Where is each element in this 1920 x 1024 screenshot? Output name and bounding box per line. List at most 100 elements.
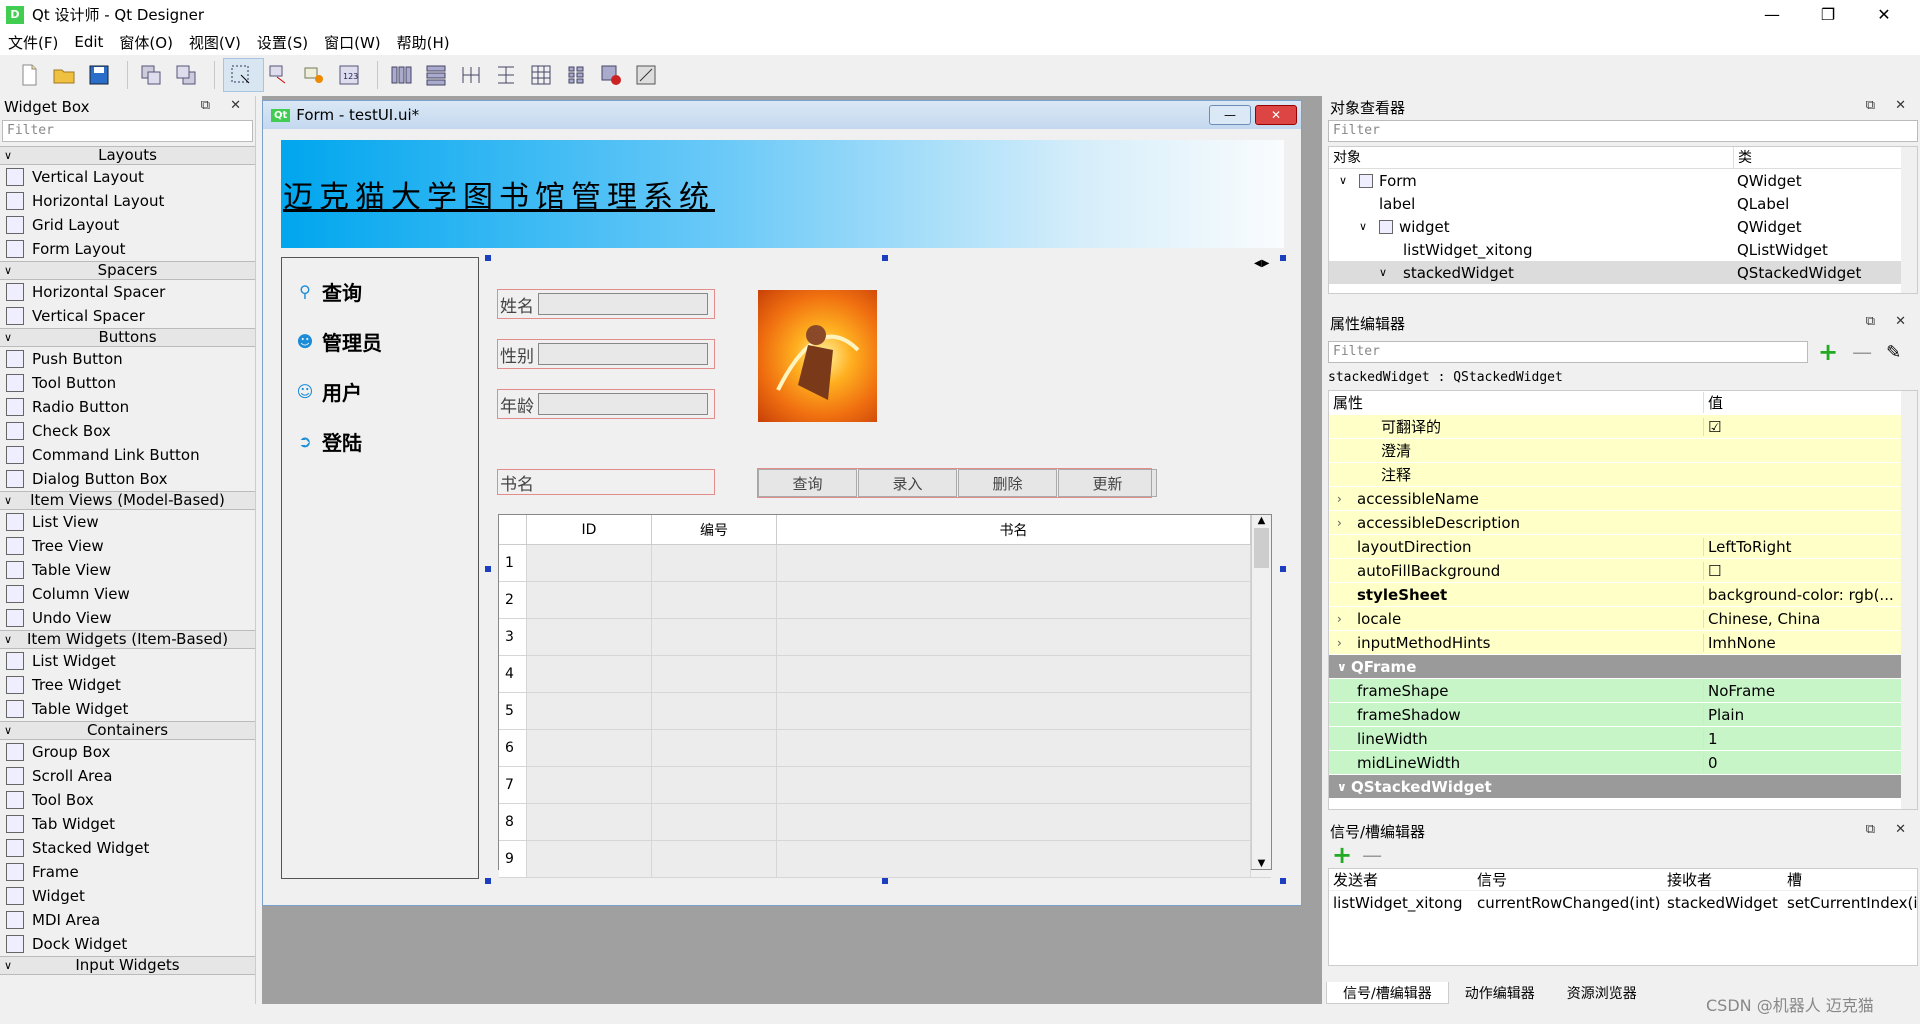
widget-item[interactable]: Column View: [0, 582, 255, 606]
table-cell[interactable]: [777, 619, 1251, 655]
col-header-no[interactable]: 编号: [652, 515, 777, 544]
tree-row[interactable]: ∨ Form QWidget: [1329, 169, 1917, 192]
gender-input[interactable]: [538, 343, 708, 365]
category-header[interactable]: ∨ Input Widgets: [0, 956, 255, 975]
col-sender[interactable]: 发送者: [1329, 869, 1473, 890]
widget-item[interactable]: Dialog Button Box: [0, 467, 255, 491]
property-row[interactable]: › inputMethodHints ImhNone: [1329, 631, 1917, 655]
category-header[interactable]: ∨ Layouts: [0, 146, 255, 165]
widget-item[interactable]: Tree View: [0, 534, 255, 558]
new-file-icon[interactable]: [14, 60, 44, 90]
widget-item[interactable]: MDI Area: [0, 908, 255, 932]
chevron-down-icon[interactable]: ∨: [1339, 174, 1359, 187]
col-class[interactable]: 类: [1733, 147, 1917, 168]
property-value[interactable]: ☐: [1703, 561, 1917, 580]
nav-item-admin[interactable]: ☻ 管理员: [282, 316, 478, 366]
menu-settings[interactable]: 设置(S): [249, 32, 316, 53]
adjust-size-icon[interactable]: [631, 60, 661, 90]
chevron-right-icon[interactable]: ›: [1337, 492, 1342, 506]
menu-form[interactable]: 窗体(O): [111, 32, 181, 53]
layout-splitter-h-icon[interactable]: [456, 60, 486, 90]
property-row[interactable]: › accessibleDescription: [1329, 511, 1917, 535]
property-row[interactable]: › locale Chinese, China: [1329, 607, 1917, 631]
widget-item[interactable]: Group Box: [0, 740, 255, 764]
property-row[interactable]: 可翻译的 ☑: [1329, 415, 1917, 439]
property-value[interactable]: 0: [1703, 753, 1917, 772]
widget-item[interactable]: List View: [0, 510, 255, 534]
row-number[interactable]: 2: [499, 582, 527, 618]
dock-float-close-icon[interactable]: ⧉ ✕: [201, 98, 249, 113]
chevron-right-icon[interactable]: ›: [1337, 516, 1342, 530]
property-row[interactable]: ∨ QStackedWidget: [1329, 775, 1917, 799]
close-button[interactable]: ✕: [1856, 0, 1912, 29]
widget-item[interactable]: Widget: [0, 884, 255, 908]
selection-handle[interactable]: [485, 566, 491, 572]
table-cell[interactable]: [527, 730, 652, 766]
configure-icon[interactable]: ✎: [1886, 342, 1901, 363]
col-property[interactable]: 属性: [1329, 392, 1703, 413]
add-property-icon[interactable]: +: [1818, 338, 1838, 366]
property-value[interactable]: ☑: [1703, 417, 1917, 436]
widget-item[interactable]: Dock Widget: [0, 932, 255, 956]
break-layout-icon[interactable]: [596, 60, 626, 90]
row-number[interactable]: 8: [499, 804, 527, 840]
selection-handle[interactable]: [882, 255, 888, 261]
property-value[interactable]: 1: [1703, 729, 1917, 748]
page-arrows-icon[interactable]: ◀▶: [1254, 258, 1269, 269]
scroll-thumb[interactable]: [1254, 528, 1269, 568]
add-connection-icon[interactable]: +: [1332, 841, 1352, 869]
remove-property-icon[interactable]: —: [1852, 340, 1872, 364]
menu-edit[interactable]: Edit: [66, 33, 111, 51]
widget-item[interactable]: Tab Widget: [0, 812, 255, 836]
category-header[interactable]: ∨ Spacers: [0, 261, 255, 280]
property-row[interactable]: › accessibleName: [1329, 487, 1917, 511]
chevron-down-icon[interactable]: ∨: [1379, 266, 1403, 279]
form-close-button[interactable]: ✕: [1255, 105, 1297, 125]
widget-item[interactable]: Vertical Layout: [0, 165, 255, 189]
form-minimize-button[interactable]: —: [1209, 105, 1251, 125]
property-row[interactable]: 澄清: [1329, 439, 1917, 463]
property-value[interactable]: Plain: [1703, 705, 1917, 724]
chevron-down-icon[interactable]: ∨: [1337, 660, 1347, 674]
table-cell[interactable]: [652, 804, 777, 840]
table-row[interactable]: 2: [499, 582, 1271, 619]
table-row[interactable]: 1: [499, 545, 1271, 582]
nav-item-login[interactable]: ➲ 登陆: [282, 416, 478, 466]
table-cell[interactable]: [777, 804, 1251, 840]
category-header[interactable]: ∨ Item Widgets (Item-Based): [0, 630, 255, 649]
row-number[interactable]: 9: [499, 841, 527, 877]
selection-handle[interactable]: [485, 878, 491, 884]
tab-action-editor[interactable]: 动作编辑器: [1449, 982, 1551, 1004]
chevron-down-icon[interactable]: ∨: [1337, 780, 1347, 794]
table-cell[interactable]: [527, 804, 652, 840]
send-to-back-icon[interactable]: [171, 60, 201, 90]
widget-item[interactable]: Tree Widget: [0, 673, 255, 697]
table-cell[interactable]: [527, 656, 652, 692]
property-row[interactable]: frameShape NoFrame: [1329, 679, 1917, 703]
table-cell[interactable]: [777, 693, 1251, 729]
widget-item[interactable]: Horizontal Layout: [0, 189, 255, 213]
table-row[interactable]: 8: [499, 804, 1271, 841]
dock-float-close-icon[interactable]: ⧉ ✕: [1866, 822, 1914, 837]
property-row[interactable]: styleSheet background-color: rgb(...: [1329, 583, 1917, 607]
widget-item[interactable]: Stacked Widget: [0, 836, 255, 860]
table-row[interactable]: 5: [499, 693, 1271, 730]
widget-item[interactable]: Command Link Button: [0, 443, 255, 467]
layout-form-icon[interactable]: [561, 60, 591, 90]
table-cell[interactable]: [527, 545, 652, 581]
menu-help[interactable]: 帮助(H): [389, 32, 458, 53]
row-number[interactable]: 7: [499, 767, 527, 803]
widget-item[interactable]: List Widget: [0, 649, 255, 673]
widget-item[interactable]: Radio Button: [0, 395, 255, 419]
row-number[interactable]: 3: [499, 619, 527, 655]
layout-horizontal-icon[interactable]: [386, 60, 416, 90]
name-input[interactable]: [538, 293, 708, 315]
dock-float-close-icon[interactable]: ⧉ ✕: [1866, 98, 1914, 113]
row-number[interactable]: 1: [499, 545, 527, 581]
edit-tab-order-icon[interactable]: 123: [334, 60, 364, 90]
save-icon[interactable]: [84, 60, 114, 90]
tree-row-selected[interactable]: ∨ stackedWidget QStackedWidget: [1329, 261, 1917, 284]
widget-item[interactable]: Grid Layout: [0, 213, 255, 237]
maximize-button[interactable]: ❐: [1800, 0, 1856, 29]
table-cell[interactable]: [652, 619, 777, 655]
